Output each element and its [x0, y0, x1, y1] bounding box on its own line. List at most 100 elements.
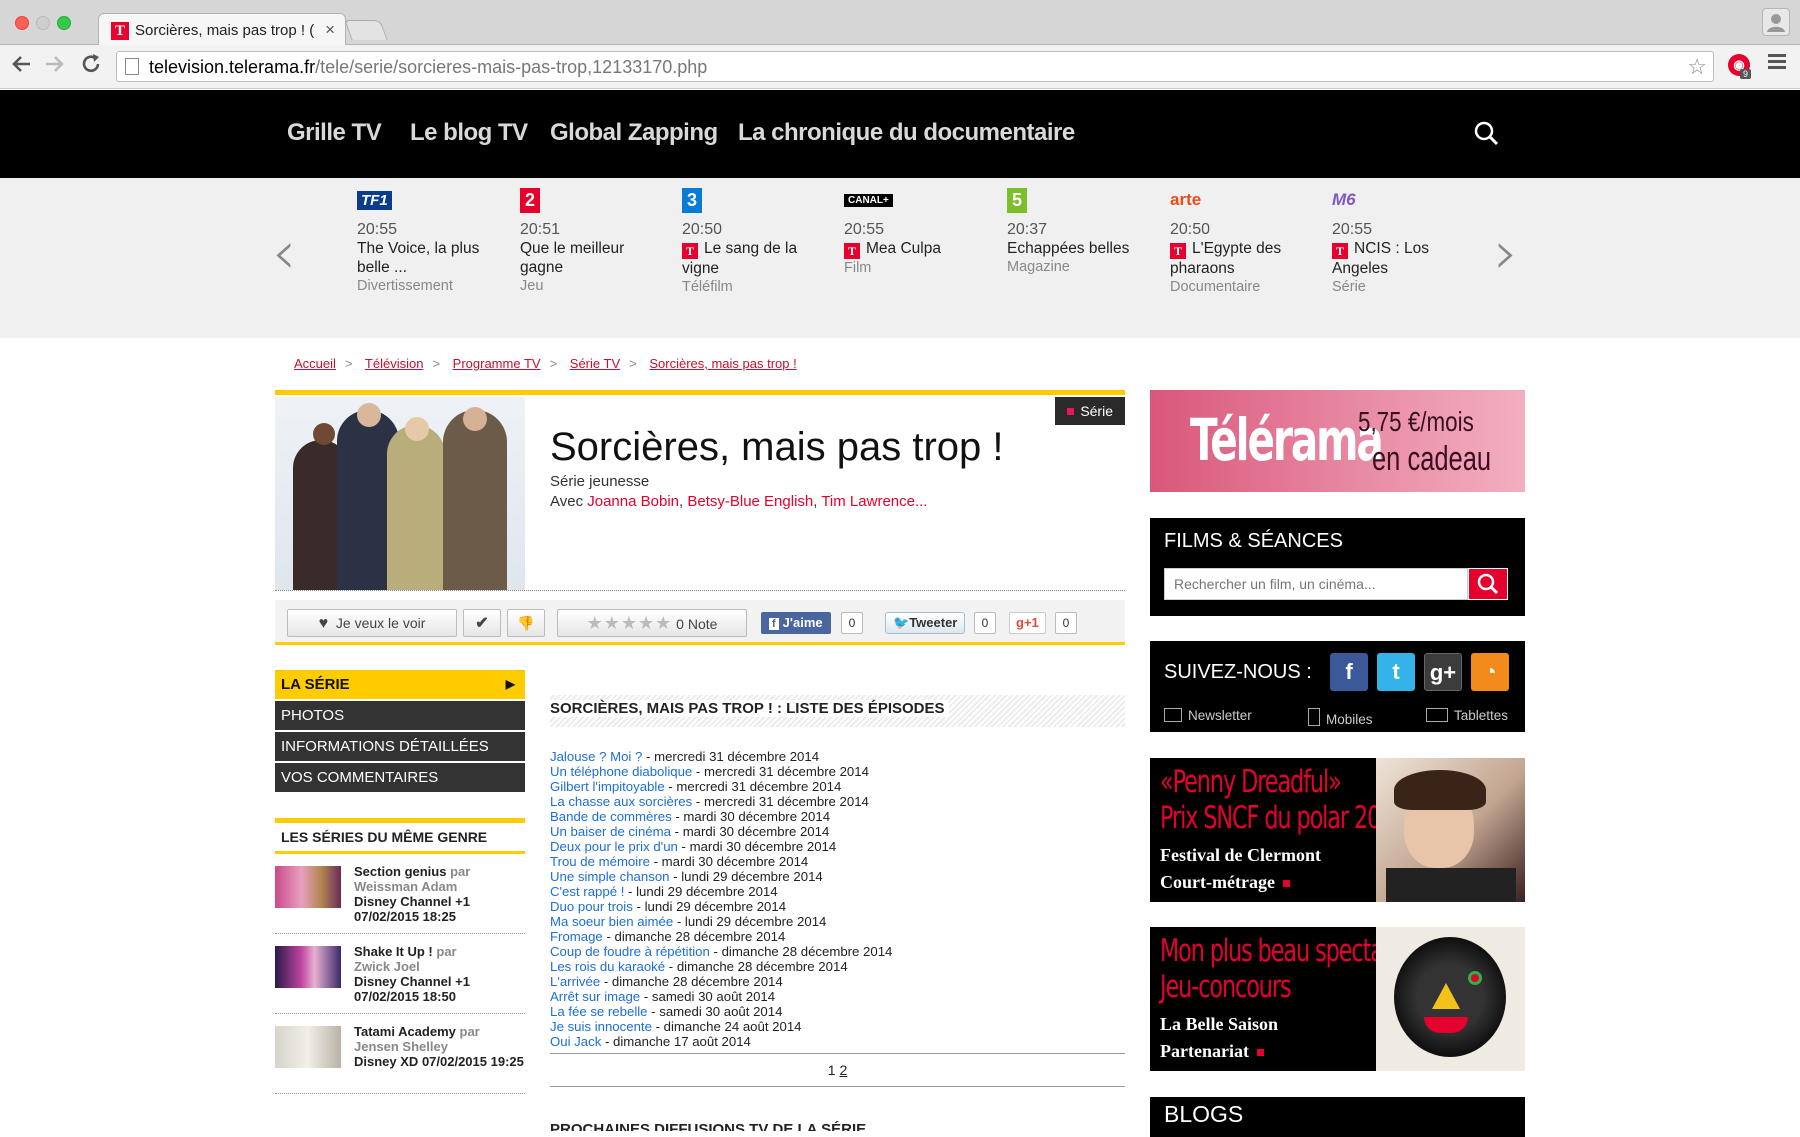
program-title[interactable]: T Mea Culpa	[844, 239, 994, 259]
episode-title-link[interactable]: Ma soeur bien aimée	[550, 914, 673, 929]
program-title[interactable]: The Voice, la plus belle ...	[357, 239, 507, 277]
page-2-link[interactable]: 2	[839, 1062, 847, 1078]
breadcrumb-current[interactable]: Sorcières, mais pas trop !	[649, 356, 796, 371]
dislike-button[interactable]: 👎	[507, 609, 545, 637]
nav-global-zapping[interactable]: Global Zapping	[550, 119, 718, 147]
episode-title-link[interactable]: Un baiser de cinéma	[550, 824, 671, 839]
program-france5[interactable]: 5 20:37 Echappées belles Magazine	[1007, 184, 1157, 277]
episode-title-link[interactable]: Deux pour le prix d'un	[550, 839, 678, 854]
reload-icon[interactable]	[80, 53, 102, 81]
back-arrow-icon[interactable]	[10, 53, 32, 81]
profile-icon[interactable]	[1762, 8, 1790, 36]
program-tf1[interactable]: TF1 20:55 The Voice, la plus belle ... D…	[357, 184, 507, 296]
facebook-like-button[interactable]: f J'aime	[761, 612, 831, 634]
series-poster-image[interactable]	[275, 397, 525, 590]
list-item[interactable]: Section genius par Weissman Adam Disney …	[275, 854, 525, 934]
window-maximize-button[interactable]	[57, 16, 71, 30]
program-title[interactable]: T L'Egypte des pharaons	[1170, 239, 1320, 278]
list-item[interactable]: Tatami Academy par Jensen Shelley Disney…	[275, 1014, 525, 1094]
actor-link[interactable]: Tim Lawrence	[821, 493, 915, 510]
promo-penny-dreadful[interactable]: «Penny Dreadful» Prix SNCF du polar 2014…	[1150, 758, 1525, 902]
new-tab-button[interactable]	[344, 20, 388, 40]
google-plus-count: 0	[1055, 612, 1077, 634]
want-to-see-button[interactable]: ♥ Je veux le voir	[287, 609, 457, 637]
episode-title-link[interactable]: Trou de mémoire	[550, 854, 650, 869]
carousel-prev-icon[interactable]: ‹	[272, 218, 296, 288]
google-plus-button[interactable]: g+1	[1009, 612, 1046, 634]
film-search-button[interactable]	[1468, 568, 1508, 600]
window-close-button[interactable]	[15, 16, 29, 30]
tablettes-link[interactable]: Tablettes	[1426, 708, 1508, 723]
breadcrumb-programme-tv[interactable]: Programme TV	[453, 356, 541, 371]
series-thumbnail[interactable]	[275, 1026, 341, 1068]
series-title[interactable]: Section genius	[354, 864, 446, 879]
sidebar-item-la-serie[interactable]: LA SÉRIE ▶	[275, 670, 525, 699]
carousel-next-icon[interactable]: ›	[1494, 218, 1518, 288]
episode-title-link[interactable]: Gilbert l'impitoyable	[550, 779, 665, 794]
episode-title-link[interactable]: Duo pour trois	[550, 899, 633, 914]
rating-stars-icon[interactable]: ★★★★★	[587, 613, 673, 633]
sidebar-item-informations[interactable]: INFORMATIONS DÉTAILLÉES	[275, 732, 525, 761]
episode-title-link[interactable]: Jalouse ? Moi ?	[550, 749, 642, 764]
episode-title-link[interactable]: La chasse aux sorcières	[550, 794, 692, 809]
program-canalplus[interactable]: CANAL+ 20:55 T Mea Culpa Film	[844, 184, 994, 278]
episode-title-link[interactable]: Une simple chanson	[550, 869, 670, 884]
episode-title-link[interactable]: Je suis innocente	[550, 1019, 652, 1034]
episode-title-link[interactable]: Bande de commères	[550, 809, 672, 824]
series-thumbnail[interactable]	[275, 946, 341, 988]
mobiles-link[interactable]: Mobiles	[1308, 708, 1373, 727]
breadcrumb-serie-tv[interactable]: Série TV	[570, 356, 620, 371]
nav-grille-tv[interactable]: Grille TV	[287, 119, 382, 147]
episode-title-link[interactable]: La fée se rebelle	[550, 1004, 648, 1019]
breadcrumb-television[interactable]: Télévision	[365, 356, 424, 371]
bookmark-star-icon[interactable]: ☆	[1687, 54, 1707, 80]
subscription-ad[interactable]: Télérama 5,75 €/mois en cadeau	[1150, 390, 1525, 492]
series-thumbnail[interactable]	[275, 866, 341, 908]
program-title[interactable]: Echappées belles	[1007, 239, 1157, 258]
search-icon[interactable]	[1473, 120, 1499, 146]
episode-title-link[interactable]: C'est rappé !	[550, 884, 624, 899]
breadcrumb-accueil[interactable]: Accueil	[294, 356, 336, 371]
episode-title-link[interactable]: L'arrivée	[550, 974, 600, 989]
forward-arrow-icon[interactable]	[44, 53, 66, 81]
program-title[interactable]: T Le sang de la vigne	[682, 239, 832, 278]
rating-widget[interactable]: ★★★★★ 0 Note	[557, 609, 747, 637]
address-bar[interactable]: television.telerama.fr/tele/serie/sorcie…	[116, 51, 1714, 82]
seen-checkmark-button[interactable]: ✔	[463, 609, 501, 637]
window-minimize-button[interactable]	[36, 16, 50, 30]
facebook-icon[interactable]: f	[1330, 653, 1368, 691]
tweet-button[interactable]: 🐦Tweeter	[885, 612, 966, 634]
episode-title-link[interactable]: Arrêt sur image	[550, 989, 640, 1004]
episode-title-link[interactable]: Oui Jack	[550, 1034, 601, 1049]
url-text[interactable]: television.telerama.fr/tele/serie/sorcie…	[149, 57, 707, 78]
episode-title-link[interactable]: Fromage	[550, 929, 603, 944]
promo-belle-saison[interactable]: Mon plus beau spectacle ! Jeu-concours L…	[1150, 927, 1525, 1071]
tab-close-icon[interactable]: ×	[325, 20, 335, 40]
list-item[interactable]: Shake It Up ! par Zwick Joel Disney Chan…	[275, 934, 525, 1014]
series-title[interactable]: Shake It Up !	[354, 944, 433, 959]
program-title[interactable]: Que le meilleur gagne	[520, 239, 670, 277]
sidebar-item-photos[interactable]: PHOTOS	[275, 701, 525, 730]
twitter-icon[interactable]: t	[1377, 653, 1415, 691]
episode-title-link[interactable]: Les rois du karaoké	[550, 959, 665, 974]
rss-icon[interactable]: ◔	[1471, 653, 1509, 691]
episode-title-link[interactable]: Coup de foudre à répétition	[550, 944, 710, 959]
actor-link[interactable]: Betsy-Blue English	[687, 493, 813, 510]
program-arte[interactable]: arte 20:50 T L'Egypte des pharaons Docume…	[1170, 184, 1320, 297]
browser-menu-icon[interactable]	[1768, 54, 1786, 72]
series-title[interactable]: Tatami Academy	[354, 1024, 456, 1039]
film-search-input[interactable]	[1164, 568, 1468, 600]
telerama-badge-icon: T	[1332, 243, 1348, 259]
google-plus-icon[interactable]: g+	[1424, 653, 1462, 691]
sidebar-item-commentaires[interactable]: VOS COMMENTAIRES	[275, 763, 525, 792]
browser-tab[interactable]: T Sorcières, mais pas trop ! ( ×	[98, 13, 346, 46]
actor-link[interactable]: Joanna Bobin	[587, 493, 679, 510]
episode-title-link[interactable]: Un téléphone diabolique	[550, 764, 692, 779]
nav-chronique-documentaire[interactable]: La chronique du documentaire	[738, 119, 1075, 147]
program-m6[interactable]: M6 20:55 T NCIS : Los Angeles Série	[1332, 184, 1482, 297]
program-france2[interactable]: 2 20:51 Que le meilleur gagne Jeu	[520, 184, 670, 296]
newsletter-link[interactable]: Newsletter	[1164, 708, 1252, 723]
program-title[interactable]: T NCIS : Los Angeles	[1332, 239, 1482, 278]
program-france3[interactable]: 3 20:50 T Le sang de la vigne Téléfilm	[682, 184, 832, 297]
nav-blog-tv[interactable]: Le blog TV	[410, 119, 528, 147]
